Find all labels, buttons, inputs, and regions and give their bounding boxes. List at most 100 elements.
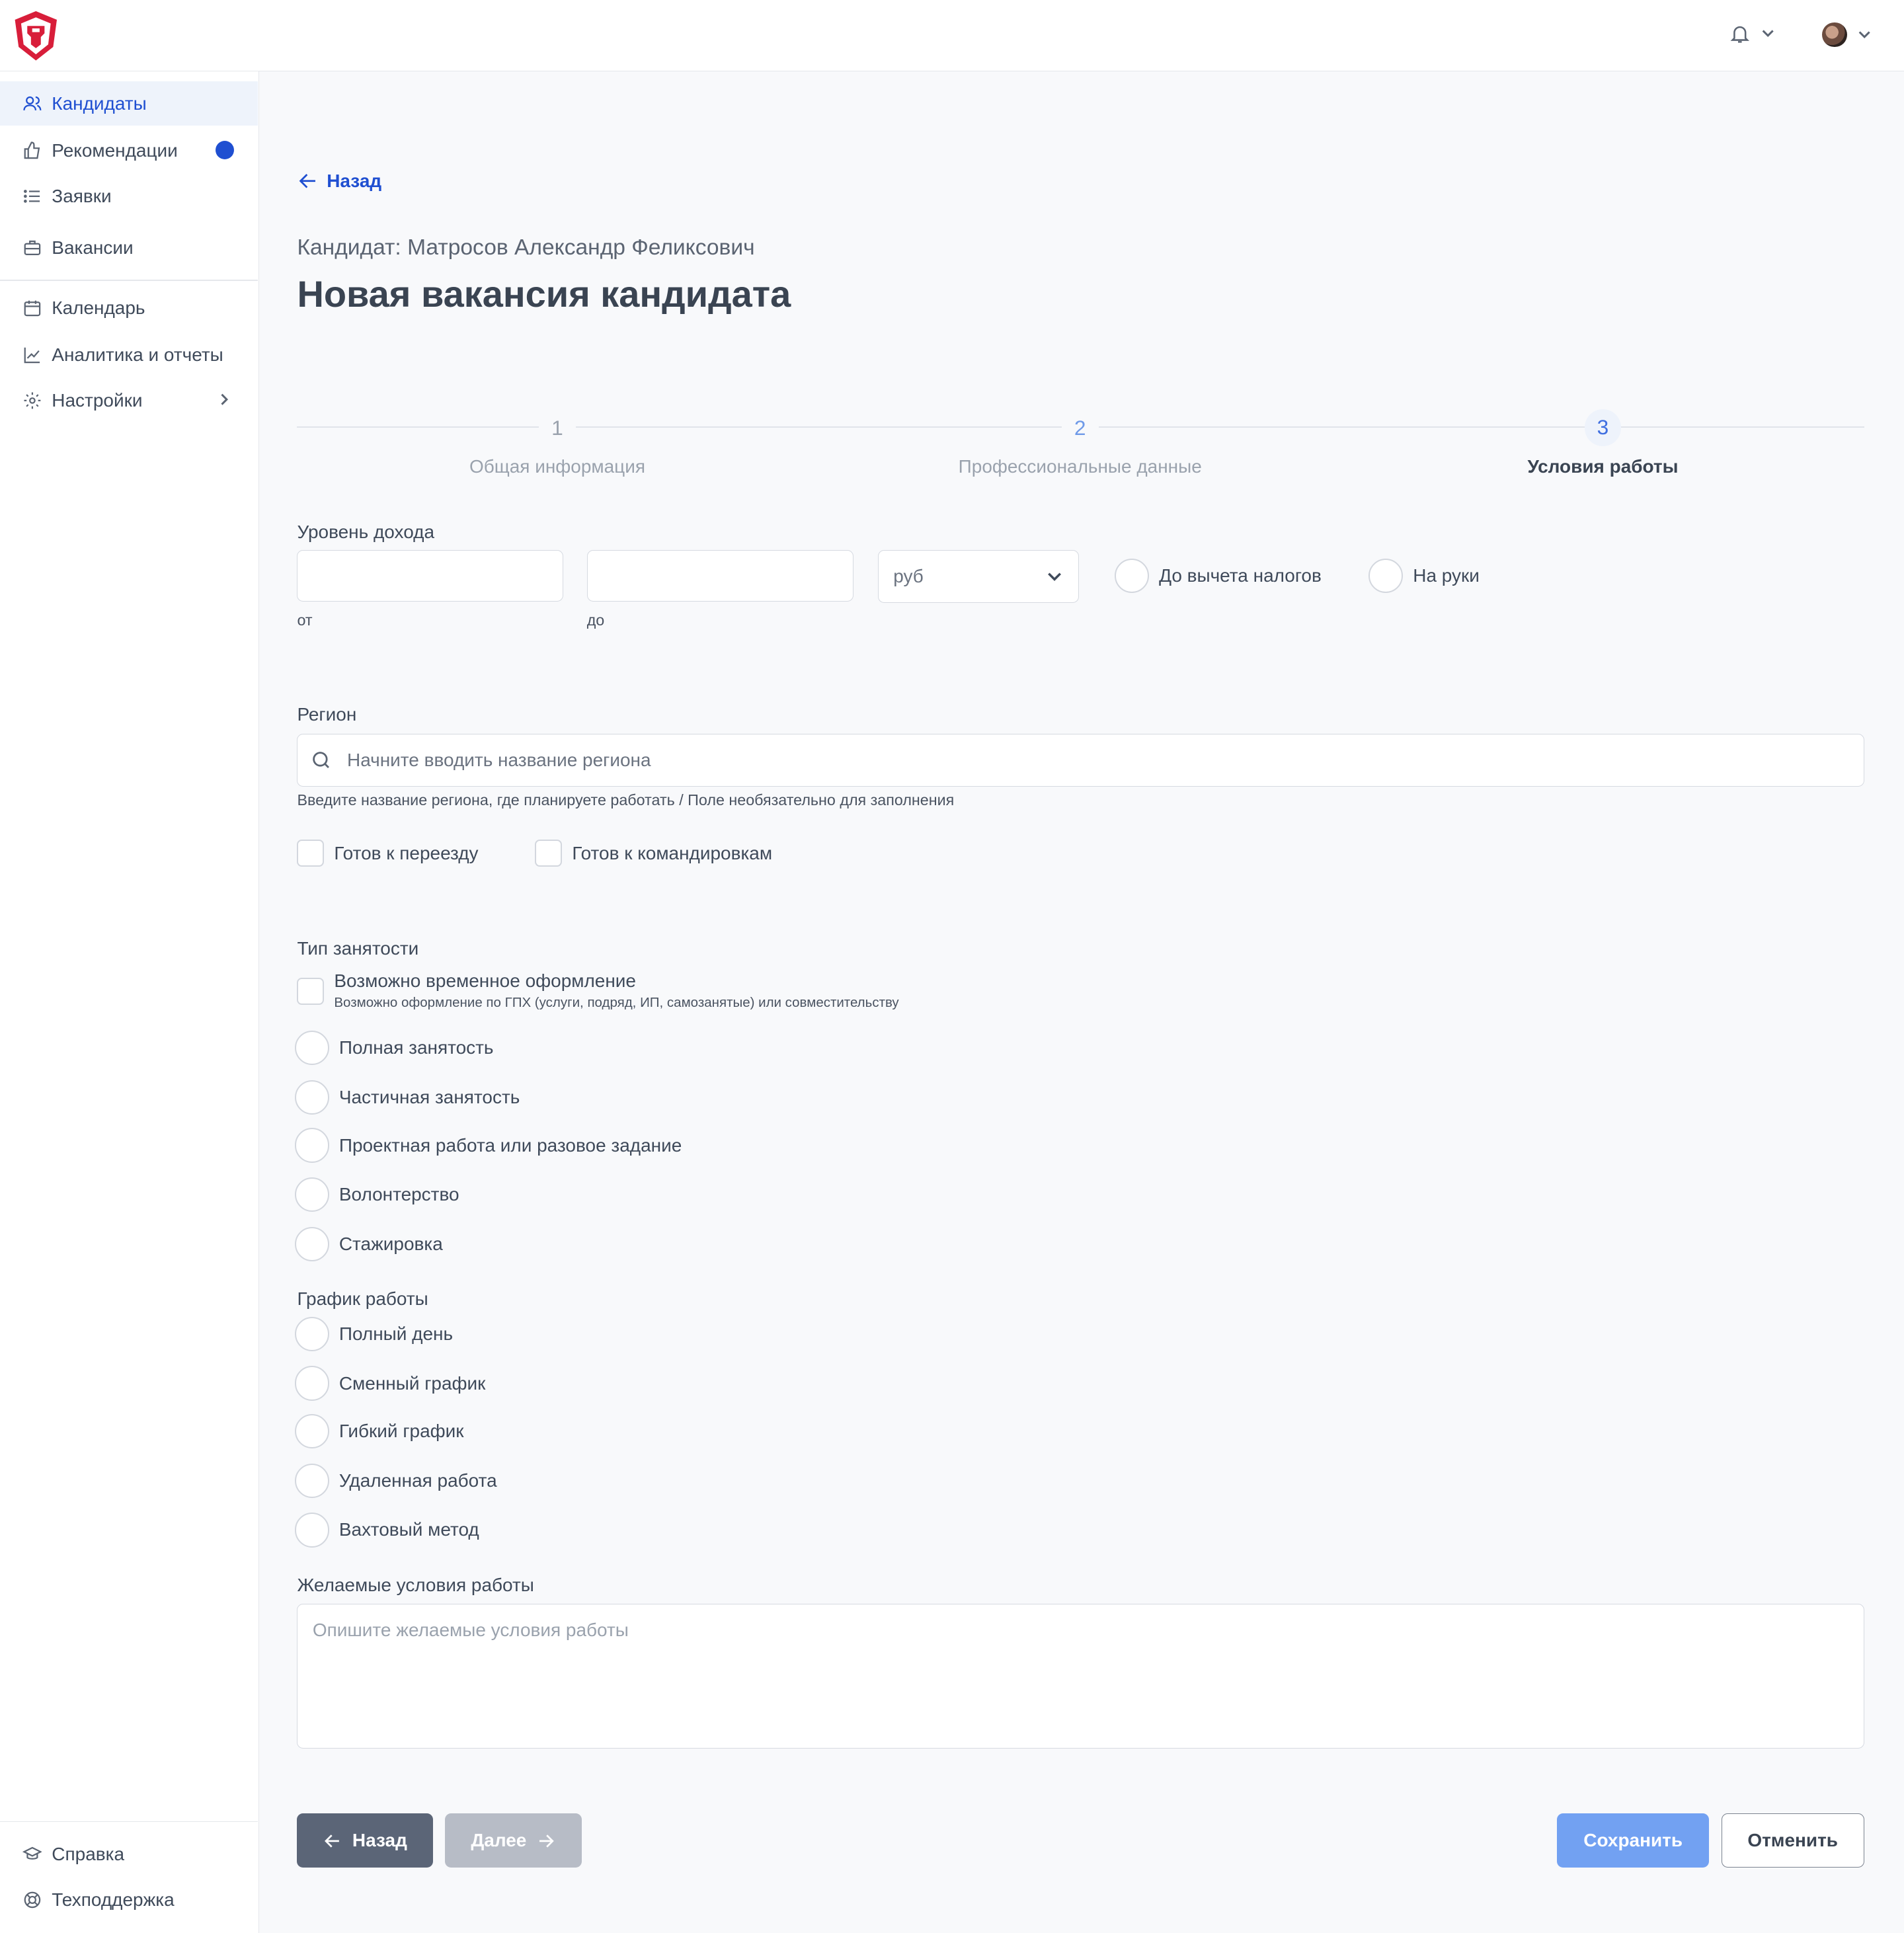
step-1-label[interactable]: Общая информация [372, 456, 742, 477]
schedule-option-full-day[interactable]: Полный день [294, 1316, 453, 1352]
radio-circle[interactable] [294, 1226, 329, 1261]
arrow-right-icon [539, 1834, 555, 1848]
arrow-left-icon [299, 174, 316, 188]
lifebuoy-icon [22, 1890, 42, 1910]
option-label: Вахтовый метод [338, 1519, 479, 1540]
sidebar-item-label: Техподдержка [52, 1889, 175, 1910]
chevron-down-icon [1048, 572, 1062, 581]
step-3-number[interactable]: 3 [1584, 409, 1622, 447]
temporary-text: Возможно временное оформление Возможно о… [334, 970, 898, 1011]
checkbox-box[interactable] [297, 977, 325, 1005]
avatar [1822, 22, 1847, 47]
employment-option-volunteer[interactable]: Волонтерство [294, 1177, 459, 1212]
briefcase-icon [22, 238, 42, 258]
schedule-option-remote[interactable]: Удаленная работа [294, 1463, 497, 1498]
next-button-label: Далее [471, 1830, 527, 1851]
schedule-option-rotation[interactable]: Вахтовый метод [294, 1513, 479, 1548]
sidebar-divider [0, 280, 258, 282]
sidebar-item-calendar[interactable]: Календарь [0, 286, 258, 331]
radio-circle[interactable] [1114, 558, 1150, 594]
schedule-option-flexible[interactable]: Гибкий график [294, 1414, 464, 1449]
gear-icon [22, 391, 42, 411]
radio-circle[interactable] [1368, 558, 1404, 594]
gross-income-radio[interactable]: До вычета налогов [1114, 558, 1322, 594]
sidebar-item-settings[interactable]: Настройки [0, 379, 258, 423]
currency-select[interactable]: руб [877, 549, 1079, 603]
sidebar-item-vacancies[interactable]: Вакансии [0, 225, 258, 270]
income-from-input[interactable] [297, 549, 564, 602]
radio-circle[interactable] [294, 1177, 329, 1212]
sidebar-item-recommendations[interactable]: Рекомендации [0, 128, 258, 173]
income-from-hint: от [297, 611, 313, 629]
graduation-cap-icon [22, 1844, 42, 1864]
sidebar-item-label: Кандидаты [52, 93, 147, 114]
region-search-box[interactable] [297, 733, 1864, 787]
cancel-button[interactable]: Отменить [1721, 1813, 1864, 1868]
radio-circle[interactable] [294, 1414, 329, 1449]
radio-circle[interactable] [294, 1080, 329, 1115]
sidebar-item-label: Заявки [52, 185, 112, 206]
employment-label: Тип занятости [297, 938, 419, 959]
temporary-hint: Возможно оформление по ГПХ (услуги, подр… [334, 995, 899, 1011]
net-income-label: На руки [1413, 565, 1480, 586]
checkbox-box[interactable] [535, 840, 563, 867]
option-label: Стажировка [338, 1233, 443, 1254]
step-2-label[interactable]: Профессиональные данные [895, 456, 1265, 477]
thumbs-up-icon [22, 141, 42, 161]
relocate-label: Готов к переезду [334, 842, 479, 863]
chart-icon [22, 345, 42, 365]
conditions-textarea[interactable] [297, 1604, 1864, 1749]
temporary-checkbox[interactable]: Возможно временное оформление Возможно о… [297, 970, 899, 1011]
list-icon [22, 186, 42, 206]
chevron-down-icon [1762, 30, 1774, 38]
travel-label: Готов к командировкам [572, 842, 773, 863]
income-to-hint: до [586, 611, 605, 629]
net-income-radio[interactable]: На руки [1368, 558, 1480, 594]
sidebar-divider [0, 1821, 258, 1823]
option-label: Проектная работа или разовое задание [338, 1134, 682, 1156]
sidebar-item-requests[interactable]: Заявки [0, 174, 258, 218]
save-button[interactable]: Сохранить [1557, 1813, 1709, 1868]
next-button[interactable]: Далее [445, 1813, 582, 1868]
chevron-right-icon [221, 393, 229, 405]
top-bar [0, 0, 1904, 72]
chevron-down-icon [1858, 31, 1870, 39]
income-to-input[interactable] [586, 549, 853, 602]
checkbox-box[interactable] [297, 840, 325, 867]
income-label: Уровень дохода [297, 521, 435, 542]
step-3-label[interactable]: Условия работы [1418, 456, 1788, 477]
sidebar-item-analytics[interactable]: Аналитика и отчеты [0, 333, 258, 377]
sidebar-item-label: Справка [52, 1843, 125, 1864]
region-search-input[interactable] [344, 748, 1825, 772]
sidebar-item-support[interactable]: Техподдержка [0, 1877, 258, 1922]
employment-option-full[interactable]: Полная занятость [294, 1031, 494, 1066]
employment-option-project[interactable]: Проектная работа или разовое задание [294, 1128, 682, 1163]
schedule-label: График работы [297, 1288, 428, 1309]
user-menu[interactable] [1822, 22, 1872, 47]
search-icon [313, 752, 330, 768]
notifications-menu[interactable] [1729, 22, 1776, 45]
sidebar-item-candidates[interactable]: Кандидаты [0, 81, 258, 126]
employment-option-internship[interactable]: Стажировка [294, 1226, 443, 1261]
radio-circle[interactable] [294, 1031, 329, 1066]
arrow-left-icon [325, 1834, 340, 1848]
sidebar-item-help[interactable]: Справка [0, 1832, 258, 1876]
option-label: Частичная занятость [338, 1086, 520, 1107]
radio-circle[interactable] [294, 1366, 329, 1401]
step-2-number[interactable]: 2 [1061, 411, 1099, 444]
back-button[interactable]: Назад [297, 1813, 433, 1868]
radio-circle[interactable] [294, 1463, 329, 1498]
radio-circle[interactable] [294, 1513, 329, 1548]
employment-option-partial[interactable]: Частичная занятость [294, 1080, 520, 1115]
travel-checkbox[interactable]: Готов к командировкам [535, 840, 772, 867]
radio-circle[interactable] [294, 1128, 329, 1163]
schedule-option-shift[interactable]: Сменный график [294, 1366, 485, 1401]
back-link[interactable]: Назад [297, 170, 381, 192]
step-1-number[interactable]: 1 [538, 411, 576, 444]
page-title: Новая вакансия кандидата [297, 273, 791, 315]
relocate-checkbox[interactable]: Готов к переезду [297, 840, 479, 867]
page-subtitle: Кандидат: Матросов Александр Феликсович [297, 235, 755, 260]
radio-circle[interactable] [294, 1316, 329, 1352]
logo-icon[interactable] [11, 10, 61, 61]
temporary-label: Возможно временное оформление [334, 970, 636, 991]
